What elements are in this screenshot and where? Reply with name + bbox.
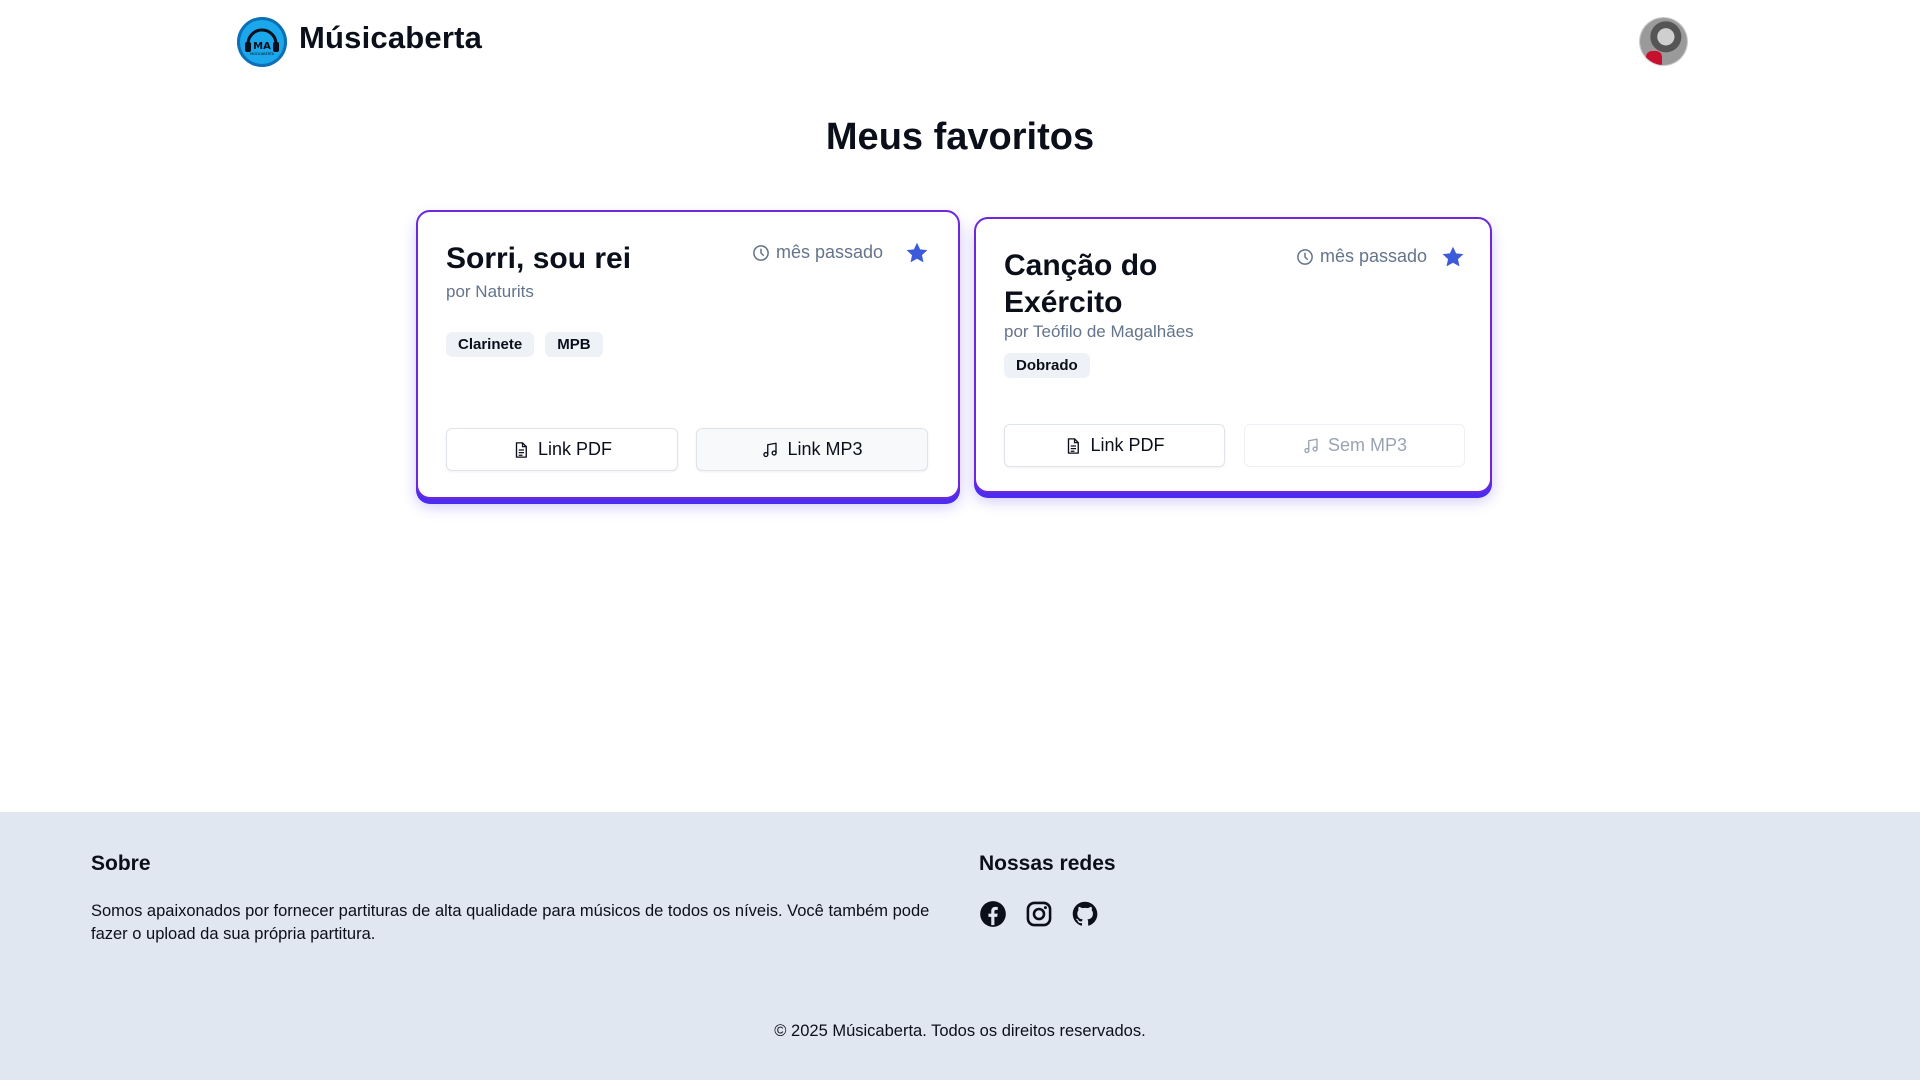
mp3-link-button[interactable]: Link MP3 xyxy=(696,428,928,471)
tag-list: Dobrado xyxy=(1004,353,1090,378)
logo-subtext: MÚSICABERTA xyxy=(250,51,275,56)
favorite-card: Sorri, sou rei por Naturits mês passado … xyxy=(416,210,960,499)
music-note-icon xyxy=(763,442,778,457)
card-author: por Teófilo de Magalhães xyxy=(1004,322,1194,341)
card-time-label: mês passado xyxy=(776,242,884,262)
pdf-link-label: Link PDF xyxy=(537,439,613,459)
favorite-card: Canção do Exército por Teófilo de Magalh… xyxy=(974,217,1492,493)
page-title: Meus favoritos xyxy=(825,116,1095,158)
tag-badge[interactable]: MPB xyxy=(545,332,603,357)
header: MA MÚSICABERTA Músicaberta xyxy=(0,0,1920,84)
clock-icon xyxy=(753,244,769,261)
card-time-label: mês passado xyxy=(1320,246,1428,266)
card-title[interactable]: Sorri, sou rei xyxy=(446,240,631,277)
footer-about-title: Sobre xyxy=(91,852,151,875)
logo-icon[interactable]: MA MÚSICABERTA xyxy=(237,17,287,67)
file-icon xyxy=(515,441,527,458)
user-avatar[interactable] xyxy=(1640,18,1687,65)
pdf-link-label: Link PDF xyxy=(1090,435,1165,455)
footer: Sobre Somos apaixonados por fornecer par… xyxy=(0,812,1920,1080)
card-author: por Naturits xyxy=(446,282,534,301)
pdf-link-button[interactable]: Link PDF xyxy=(446,428,678,471)
footer-about-text: Somos apaixonados por fornecer partitura… xyxy=(91,902,930,943)
logo-graphic: MA MÚSICABERTA xyxy=(245,28,279,56)
card-title[interactable]: Canção do Exército xyxy=(1004,247,1244,321)
avatar-detail xyxy=(1646,51,1662,65)
star-icon[interactable] xyxy=(1440,244,1466,270)
footer-social-title: Nossas redes xyxy=(979,852,1116,875)
tag-list: Clarinete MPB xyxy=(446,332,603,357)
star-icon[interactable] xyxy=(904,240,930,266)
github-icon[interactable] xyxy=(1071,900,1099,928)
music-note-icon xyxy=(1304,438,1318,453)
logo-text: MA xyxy=(253,41,271,52)
clock-icon xyxy=(1297,248,1313,265)
card-time: mês passado xyxy=(752,242,883,263)
card-time: mês passado xyxy=(1296,246,1427,267)
copyright: © 2025 Músicaberta. Todos os direitos re… xyxy=(774,1022,1146,1040)
file-icon xyxy=(1068,437,1080,454)
tag-badge[interactable]: Clarinete xyxy=(446,332,535,357)
mp3-link-label: Link MP3 xyxy=(787,439,863,459)
social-links xyxy=(979,900,1099,928)
facebook-icon[interactable] xyxy=(979,900,1007,928)
pdf-link-button[interactable]: Link PDF xyxy=(1004,424,1225,467)
tag-badge[interactable]: Dobrado xyxy=(1004,353,1090,378)
mp3-unavailable-label: Sem MP3 xyxy=(1327,435,1408,455)
brand-name[interactable]: Músicaberta xyxy=(299,20,482,56)
instagram-icon[interactable] xyxy=(1025,900,1053,928)
mp3-unavailable-button: Sem MP3 xyxy=(1244,424,1465,467)
